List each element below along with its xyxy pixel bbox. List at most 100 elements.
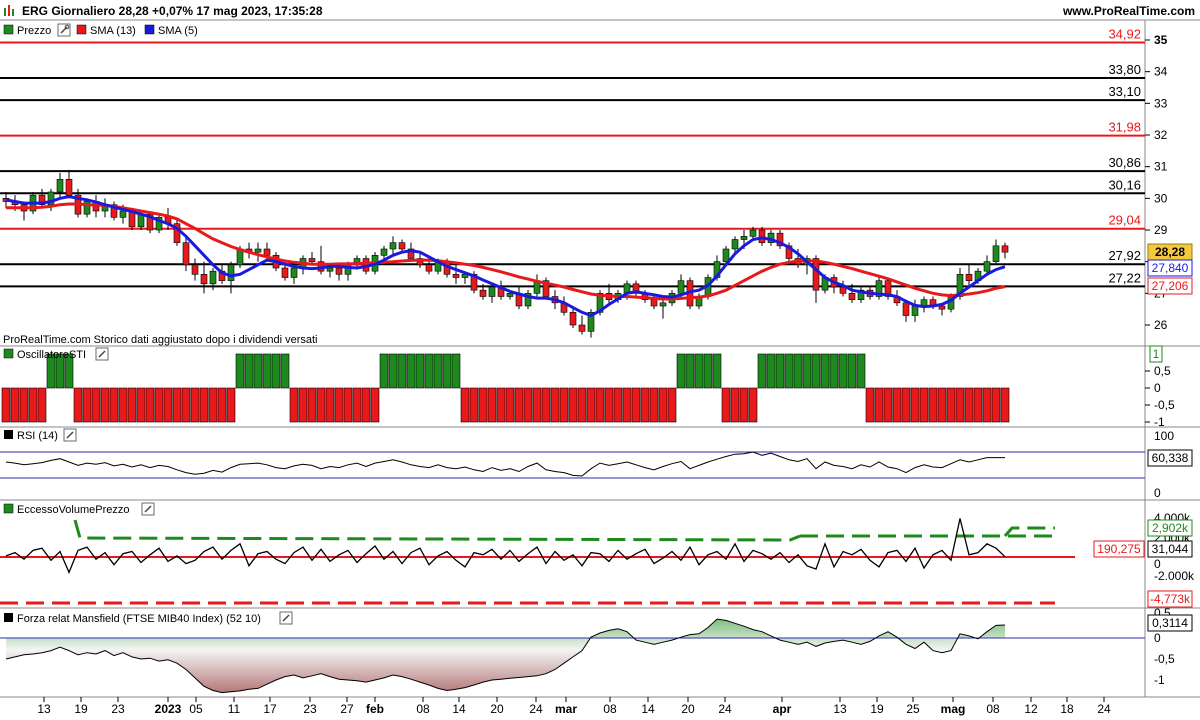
osc-bar [892, 387, 902, 423]
wrench-icon[interactable] [57, 23, 71, 37]
osc-bar [226, 387, 236, 423]
time-axis: 13 19 23 2023 05 11 17 23 27 feb 08 14 20 24 mar 08 14 20… [37, 697, 1111, 716]
osc-bar [901, 387, 911, 423]
osc-bar [424, 353, 434, 389]
osc-bar [982, 387, 992, 423]
time-tick-label: 08 [416, 702, 430, 716]
osc-bar [883, 387, 893, 423]
wrench-icon[interactable] [279, 611, 293, 625]
osc-bar [127, 387, 137, 423]
candle-body [227, 264, 235, 281]
price-tick-label: 26 [1154, 318, 1168, 332]
osc-bar [847, 353, 857, 389]
time-tick-label: 20 [490, 702, 504, 716]
level-label: 34,92 [1108, 27, 1141, 42]
osc-bar [271, 353, 281, 389]
osc-bar [172, 387, 182, 423]
candle-body [731, 239, 739, 250]
rsi-swatch [4, 430, 13, 439]
osc-bar [208, 387, 218, 423]
candle-body [281, 267, 289, 278]
osc-badge: 1 [1153, 347, 1160, 361]
time-tick-label: 11 [228, 702, 241, 716]
data-note: ProRealTime.com Storico dati aggiustato … [3, 334, 317, 346]
osc-bar [28, 387, 38, 423]
evp-swatch [3, 503, 14, 514]
osc-bar [334, 387, 344, 423]
mansfield-tick-label: -0,5 [1154, 652, 1175, 666]
candle-body [749, 229, 757, 237]
osc-bar [937, 387, 947, 423]
level-label: 27,92 [1108, 248, 1141, 263]
osc-bar [910, 387, 920, 423]
osc-bar [244, 353, 254, 389]
osc-bar [505, 387, 515, 423]
sma13-swatch [76, 24, 87, 35]
time-tick-label: 05 [189, 702, 203, 716]
price-tick-label: 34 [1154, 65, 1168, 79]
candle-body [335, 267, 343, 275]
candle-body [992, 245, 1000, 262]
rsi-tick-label: 100 [1154, 429, 1174, 443]
osc-bar [541, 387, 551, 423]
candle-body [425, 264, 433, 272]
time-tick-label: 24 [718, 702, 732, 716]
osc-bar [406, 353, 416, 389]
legend-evp-label: EccessoVolumePrezzo [17, 504, 130, 516]
candle-body [254, 248, 262, 253]
osc-bar [721, 387, 731, 423]
osc-bar [352, 387, 362, 423]
time-tick-label: 20 [681, 702, 695, 716]
osc-bar [253, 353, 263, 389]
legend-osc-label: OscillatoreSTI [17, 349, 86, 361]
time-tick-label: 25 [906, 702, 920, 716]
candle-body [479, 289, 487, 297]
time-tick-label: 12 [1024, 702, 1038, 716]
osc-bar [757, 353, 767, 389]
rsi-line [5, 451, 1005, 477]
osc-bar [865, 387, 875, 423]
price-tick-label: 29 [1154, 223, 1168, 237]
time-tick-label: 23 [303, 702, 317, 716]
evp-upper-line-left [73, 519, 801, 542]
time-tick-label: apr [773, 702, 792, 716]
osc-bar [190, 387, 200, 423]
time-tick-label: mag [941, 702, 966, 716]
time-tick-label: mar [555, 702, 577, 716]
osc-bar [100, 387, 110, 423]
site-link[interactable]: www.ProRealTime.com [1062, 4, 1195, 18]
evp-level-badge: 190,275 [1097, 542, 1141, 556]
osc-bar [460, 387, 470, 423]
osc-bar [433, 353, 443, 389]
oscillator-bars [1, 353, 1010, 423]
candle-body [578, 324, 586, 332]
candle-body [389, 242, 397, 250]
sma13-badge: 27,206 [1152, 279, 1189, 293]
osc-bar [370, 387, 380, 423]
chart-title: ERG Giornaliero 28,28 +0,07% 17 mag 2023… [22, 4, 323, 18]
osc-bar [451, 353, 461, 389]
wrench-icon[interactable] [95, 347, 109, 361]
candle-body [965, 274, 973, 281]
legend-rsi-label: RSI (14) [17, 430, 58, 442]
osc-bar [568, 387, 578, 423]
osc-bar [289, 387, 299, 423]
candle-body [938, 305, 946, 310]
time-tick-label: 13 [833, 702, 847, 716]
candle-body [182, 242, 190, 266]
panel-frames [0, 20, 1200, 698]
osc-swatch [3, 348, 14, 359]
candle-body [569, 312, 577, 326]
osc-bar [118, 387, 128, 423]
time-tick-label: 2023 [155, 702, 182, 716]
candle-body [488, 286, 496, 297]
wrench-icon[interactable] [63, 428, 77, 442]
candle-body [983, 261, 991, 272]
mansfield-area [6, 619, 1005, 693]
wrench-icon[interactable] [141, 502, 155, 516]
osc-bar [379, 353, 389, 389]
osc-bar [775, 353, 785, 389]
osc-bar [748, 387, 758, 423]
chart-canvas[interactable]: ERG Giornaliero 28,28 +0,07% 17 mag 2023… [0, 0, 1200, 720]
osc-bar [235, 353, 245, 389]
